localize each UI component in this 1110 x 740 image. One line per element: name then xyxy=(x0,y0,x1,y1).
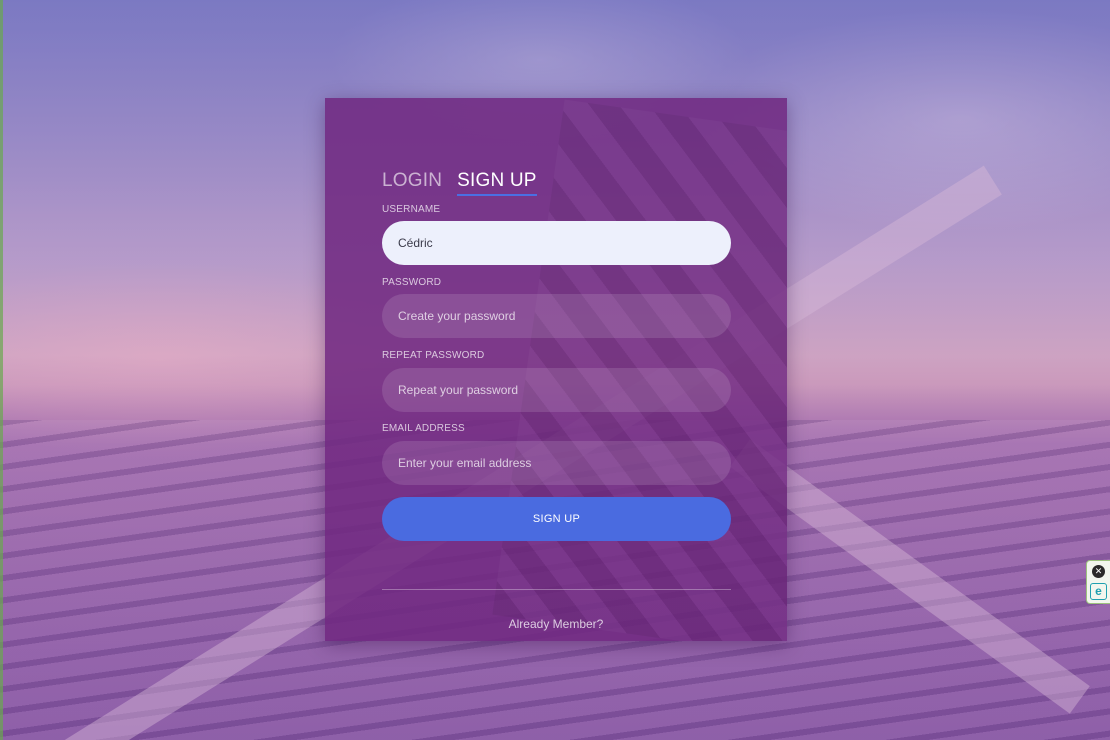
signup-button[interactable]: SIGN UP xyxy=(382,497,731,541)
page-background: LOGIN SIGN UP USERNAME PASSWORD REPEAT P… xyxy=(0,0,1110,740)
repeat-password-label: REPEAT PASSWORD xyxy=(382,350,485,361)
username-input[interactable] xyxy=(382,221,731,265)
signup-card: LOGIN SIGN UP USERNAME PASSWORD REPEAT P… xyxy=(325,98,787,641)
auth-tabs: LOGIN SIGN UP xyxy=(382,170,537,196)
password-input[interactable] xyxy=(382,294,731,338)
password-label: PASSWORD xyxy=(382,277,442,288)
email-label: EMAIL ADDRESS xyxy=(382,423,465,434)
extension-widget: ✕ e xyxy=(1086,560,1110,604)
username-label: USERNAME xyxy=(382,204,441,215)
e-logo-icon[interactable]: e xyxy=(1090,583,1107,600)
email-input[interactable] xyxy=(382,441,731,485)
left-edge-strip xyxy=(0,0,3,740)
tab-signup[interactable]: SIGN UP xyxy=(457,170,537,196)
tab-login[interactable]: LOGIN xyxy=(382,170,442,196)
close-icon[interactable]: ✕ xyxy=(1092,565,1105,578)
repeat-password-input[interactable] xyxy=(382,368,731,412)
footer-divider xyxy=(382,589,731,590)
already-member-link[interactable]: Already Member? xyxy=(325,617,787,631)
